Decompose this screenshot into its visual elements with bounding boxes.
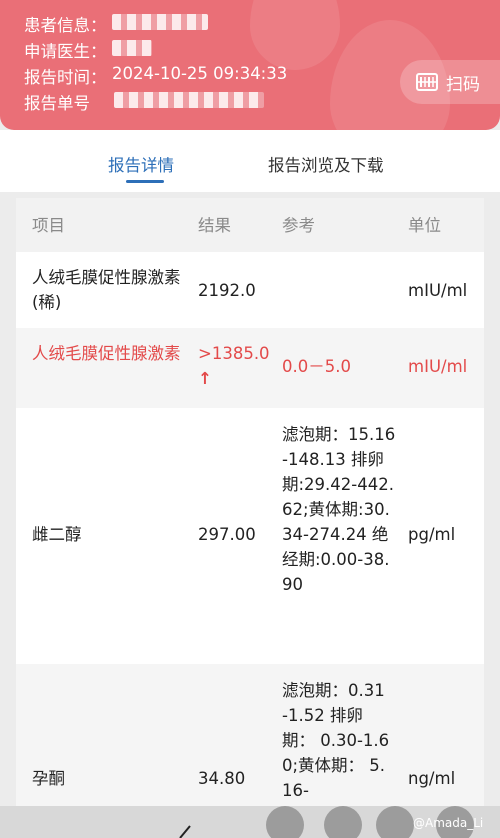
unit: mIU/ml xyxy=(408,281,468,300)
result-value: >1385.0 xyxy=(198,344,270,363)
report-time-row: 报告时间： 2024-10-25 09:34:33 xyxy=(24,64,288,87)
patient-info-label: 患者信息 xyxy=(24,16,90,35)
result-value: 34.80 xyxy=(198,769,246,788)
doctor-value-blurred xyxy=(112,40,152,56)
report-id-row: 报告单号 xyxy=(24,90,264,114)
active-tab-indicator xyxy=(126,180,164,183)
reference-range: 0.0－5.0 xyxy=(282,357,351,376)
table-header: 项目 结果 参考 单位 xyxy=(16,198,484,252)
result-value: 2192.0 xyxy=(198,281,256,300)
doctor-row: 申请医生： xyxy=(24,38,152,62)
back-arrow-icon[interactable] xyxy=(176,822,196,838)
tab-report-browse-download[interactable]: 报告浏览及下载 xyxy=(268,152,384,176)
share-icon[interactable] xyxy=(266,806,304,838)
result-value: 297.00 xyxy=(198,525,256,544)
results-table: 项目 结果 参考 单位 人绒毛膜促性腺激素(稀) 2192.0 mIU/ml 人… xyxy=(16,198,484,838)
item-name: 人绒毛膜促性腺激素 xyxy=(32,344,181,363)
decor-drop-shape xyxy=(250,0,340,70)
watermark: @Amada_Li xyxy=(413,816,484,830)
column-header-item: 项目 xyxy=(32,216,65,235)
report-id-label: 报告单号 xyxy=(24,94,90,113)
patient-info-value-blurred xyxy=(112,14,208,30)
report-time-label: 报告时间 xyxy=(24,68,90,87)
table-row[interactable]: 人绒毛膜促性腺激素(稀) 2192.0 mIU/ml xyxy=(16,252,484,328)
patient-info-row: 患者信息： xyxy=(24,12,208,36)
tab-bar: 报告详情 报告浏览及下载 xyxy=(0,130,500,192)
item-name: 人绒毛膜促性腺激素(稀) xyxy=(32,268,181,312)
scan-button[interactable]: 扫码 xyxy=(400,60,500,104)
unit: ng/ml xyxy=(408,769,456,788)
report-id-value-blurred xyxy=(114,92,264,108)
item-name: 孕酮 xyxy=(32,769,65,788)
column-header-reference: 参考 xyxy=(282,216,315,235)
item-name: 雌二醇 xyxy=(32,525,82,544)
unit: mIU/ml xyxy=(408,357,468,376)
column-header-unit: 单位 xyxy=(408,216,441,235)
download-icon[interactable] xyxy=(324,806,362,838)
reference-range: 滤泡期：15.16-148.13 排卵期:29.42-442.62;黄体期:30… xyxy=(282,425,396,594)
unit: pg/ml xyxy=(408,525,456,544)
apps-icon[interactable] xyxy=(376,806,414,838)
report-header: 患者信息： 申请医生： 报告时间： 2024-10-25 09:34:33 报告… xyxy=(0,0,500,130)
tab-report-details[interactable]: 报告详情 xyxy=(108,152,174,176)
scan-icon xyxy=(416,73,438,91)
scan-label: 扫码 xyxy=(446,74,480,95)
abnormal-high-arrow-icon: ↑ xyxy=(198,369,212,388)
table-row[interactable]: 雌二醇 297.00 滤泡期：15.16-148.13 排卵期:29.42-44… xyxy=(16,408,484,664)
reference-range: 滤泡期：0.31-1.52 排卵期： 0.30-1.60;黄体期： 5.16- xyxy=(282,681,390,800)
report-time-value: 2024-10-25 09:34:33 xyxy=(112,64,288,83)
doctor-label: 申请医生 xyxy=(24,42,90,61)
table-row[interactable]: 人绒毛膜促性腺激素 >1385.0 ↑ 0.0－5.0 mIU/ml xyxy=(16,328,484,408)
column-header-result: 结果 xyxy=(198,216,231,235)
